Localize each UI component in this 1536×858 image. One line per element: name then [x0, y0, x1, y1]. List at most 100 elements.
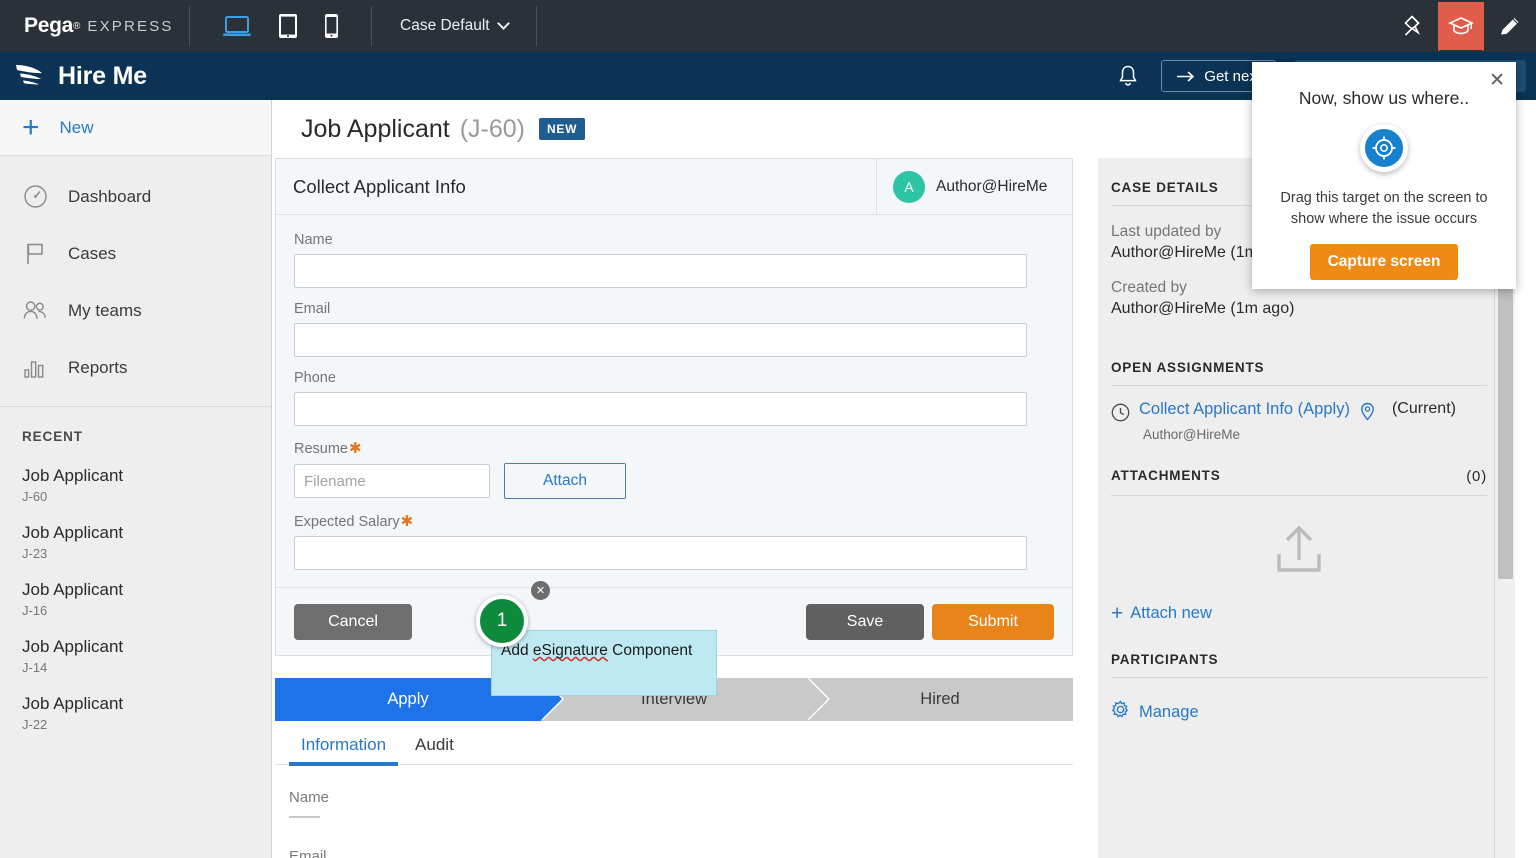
- annotation-note-squiggle: eSignature: [532, 642, 608, 659]
- status-badge: NEW: [539, 118, 586, 140]
- list-item[interactable]: Job Applicant J-14: [0, 627, 271, 684]
- author-toolbar: Pega ® EXPRESS Case Default: [0, 0, 1536, 52]
- name-field-group: Name: [294, 232, 1048, 288]
- expected-salary-field-group: Expected Salary✱: [294, 512, 1048, 570]
- submit-button[interactable]: Submit: [932, 603, 1054, 640]
- left-sidebar: + New Dashboard Cases My teams Reports R…: [0, 100, 272, 858]
- save-button[interactable]: Save: [806, 603, 924, 640]
- tab-audit[interactable]: Audit: [403, 735, 466, 764]
- resume-filename-input[interactable]: Filename: [294, 464, 490, 498]
- attachments-count: (0): [1466, 468, 1487, 485]
- sidebar-item-label: Reports: [68, 357, 128, 377]
- device-preview-group: [190, 6, 372, 46]
- recent-id: J-22: [22, 716, 48, 732]
- detail-name-group: Name ——: [289, 789, 1073, 826]
- recent-header: RECENT: [22, 429, 83, 444]
- pega-express-app: Pega ® EXPRESS Case Default Hire Me Get …: [0, 0, 1536, 858]
- attach-button[interactable]: Attach: [504, 463, 626, 499]
- participants-header: PARTICIPANTS: [1111, 652, 1487, 678]
- open-assignments-header: OPEN ASSIGNMENTS: [1111, 360, 1487, 386]
- annotation-number-badge[interactable]: 1: [476, 595, 528, 647]
- phone-field-label: Phone: [294, 370, 336, 386]
- logo-express: EXPRESS: [87, 17, 174, 35]
- logo-registered-mark: ®: [73, 20, 81, 32]
- phone-view-icon[interactable]: [324, 13, 339, 39]
- detail-name-value: ——: [289, 808, 320, 825]
- open-assignment-link[interactable]: Collect Applicant Info (Apply): [1139, 400, 1350, 419]
- tablet-view-icon[interactable]: [278, 13, 298, 39]
- author-toolbar-right: [1386, 0, 1536, 52]
- notifications-bell-icon[interactable]: [1113, 60, 1143, 92]
- list-item[interactable]: Job Applicant J-16: [0, 570, 271, 627]
- tab-information[interactable]: Information: [289, 735, 399, 766]
- phone-input[interactable]: [294, 392, 1027, 426]
- app-brand[interactable]: Hire Me: [14, 61, 147, 92]
- name-input[interactable]: [294, 254, 1027, 288]
- close-icon[interactable]: ✕: [1489, 71, 1505, 90]
- stage-label: Apply: [387, 690, 429, 708]
- detail-email-group: Email: [289, 848, 1073, 858]
- stage-hired[interactable]: Hired: [807, 678, 1073, 721]
- pin-icon[interactable]: [1386, 0, 1438, 52]
- sidebar-item-label: Dashboard: [68, 186, 152, 206]
- email-input[interactable]: [294, 323, 1027, 357]
- people-icon: [22, 298, 48, 323]
- popup-target-wrap: [1268, 124, 1500, 172]
- detail-email-label: Email: [289, 848, 327, 858]
- flag-icon: [22, 241, 48, 266]
- assignment-header: Collect Applicant Info A Author@HireMe: [276, 159, 1072, 215]
- case-default-dropdown[interactable]: Case Default: [372, 6, 537, 46]
- list-item[interactable]: Job Applicant J-22: [0, 684, 271, 741]
- graduation-cap-icon[interactable]: [1438, 2, 1484, 51]
- annotation-pin[interactable]: 1 ✕: [476, 581, 550, 647]
- cancel-button[interactable]: Cancel: [294, 603, 412, 640]
- capture-screen-button[interactable]: Capture screen: [1309, 244, 1459, 281]
- assignment-operator: A Author@HireMe: [876, 159, 1072, 214]
- detail-tabs: Information Audit: [275, 721, 1073, 766]
- gear-icon: [1111, 700, 1130, 724]
- attach-new-button[interactable]: + Attach new: [1111, 603, 1487, 624]
- case-title-text: Job Applicant: [301, 114, 450, 143]
- stage-label: Hired: [920, 690, 960, 708]
- list-item[interactable]: Job Applicant J-60: [0, 456, 271, 513]
- upload-dropzone[interactable]: [1111, 496, 1487, 595]
- stage-arrow: [807, 678, 828, 720]
- recent-id: J-23: [22, 545, 48, 561]
- manage-label: Manage: [1139, 702, 1199, 721]
- sidebar-item-reports[interactable]: Reports: [0, 339, 271, 396]
- resume-field-label: Resume✱: [294, 439, 1048, 457]
- manage-participants-button[interactable]: Manage: [1111, 700, 1487, 724]
- speedometer-icon: [22, 184, 48, 209]
- pencil-icon[interactable]: [1484, 0, 1536, 52]
- sidebar-new-button[interactable]: + New: [0, 100, 271, 156]
- open-assignment-item: Collect Applicant Info (Apply) (Current): [1111, 400, 1487, 427]
- sidebar-item-my-teams[interactable]: My teams: [0, 282, 271, 339]
- recent-title: Job Applicant: [22, 579, 124, 599]
- required-star-icon: ✱: [349, 440, 362, 457]
- bar-chart-icon: [22, 357, 48, 379]
- desktop-view-icon[interactable]: [222, 14, 252, 38]
- open-assignments-header-label: OPEN ASSIGNMENTS: [1111, 360, 1265, 375]
- capture-screen-popup: ✕ Now, show us where.. Drag this target …: [1252, 62, 1516, 289]
- sidebar-item-label: Cases: [68, 243, 117, 263]
- resume-row: Filename Attach: [294, 463, 1048, 499]
- annotation-close-icon[interactable]: ✕: [531, 581, 550, 600]
- expected-salary-input[interactable]: [294, 536, 1027, 570]
- participants-header-label: PARTICIPANTS: [1111, 652, 1219, 667]
- avatar: A: [893, 170, 925, 203]
- sidebar-item-dashboard[interactable]: Dashboard: [0, 168, 271, 225]
- phone-field-group: Phone: [294, 370, 1048, 426]
- sidebar-item-cases[interactable]: Cases: [0, 225, 271, 282]
- list-item[interactable]: Job Applicant J-23: [0, 513, 271, 570]
- assignment-form: Name Email Phone Resume✱ Filename Attach…: [276, 215, 1072, 587]
- resume-label-text: Resume: [294, 441, 348, 457]
- location-pin-icon[interactable]: [1359, 402, 1376, 426]
- sidebar-new-label: New: [59, 117, 94, 137]
- assignment-card: Collect Applicant Info A Author@HireMe N…: [275, 158, 1073, 656]
- popup-title: Now, show us where..: [1298, 88, 1470, 108]
- recent-title: Job Applicant: [22, 636, 124, 656]
- crosshair-target-icon[interactable]: [1360, 124, 1408, 172]
- operator-name: Author@HireMe: [936, 177, 1048, 195]
